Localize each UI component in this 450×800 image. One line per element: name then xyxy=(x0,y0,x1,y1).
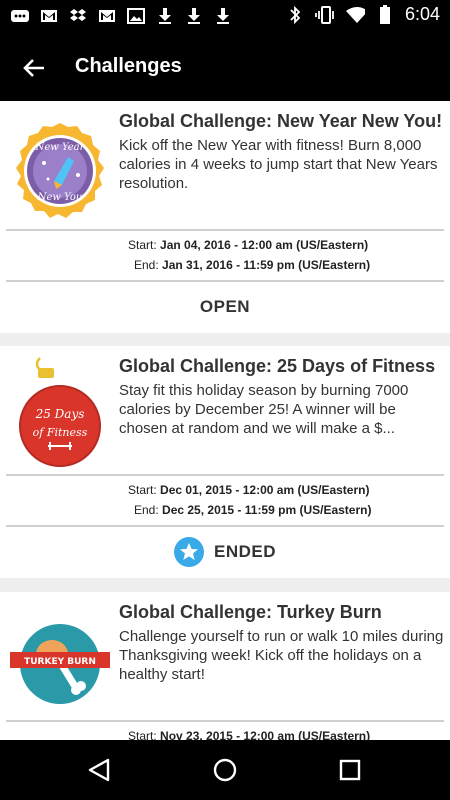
start-date: Nov 23, 2015 - 12:00 am (US/Eastern) xyxy=(160,729,371,740)
start-date: Jan 04, 2016 - 12:00 am (US/Eastern) xyxy=(160,238,369,252)
divider xyxy=(6,474,444,476)
status-time: 6:04 xyxy=(404,4,440,24)
end-date: Dec 25, 2015 - 11:59 pm (US/Eastern) xyxy=(162,503,372,517)
end-date-row: End: Jan 31, 2016 - 11:59 pm (US/Eastern… xyxy=(134,258,370,272)
challenge-title: Global Challenge: Turkey Burn xyxy=(119,602,382,622)
badge-text: TURKEY BURN xyxy=(24,657,96,667)
back-button[interactable] xyxy=(18,52,50,84)
challenge-title: Global Challenge: New Year New You! xyxy=(119,111,443,131)
navigation-bar xyxy=(0,740,450,800)
end-date-row: End: Dec 25, 2015 - 11:59 pm (US/Eastern… xyxy=(134,503,371,517)
nav-recents-button[interactable] xyxy=(335,755,365,785)
badge-text-top: New Year xyxy=(35,142,86,153)
end-date: Jan 31, 2016 - 11:59 pm (US/Eastern) xyxy=(162,258,371,272)
new-year-badge: New Year New You xyxy=(10,111,110,223)
system-icons: 6:04 xyxy=(285,4,440,25)
status-button[interactable]: OPEN xyxy=(0,281,450,333)
start-date-row: Start: Jan 04, 2016 - 12:00 am (US/Easte… xyxy=(128,238,368,252)
recents-square-icon xyxy=(339,759,361,781)
end-label: End: xyxy=(134,503,159,517)
gmail-icon xyxy=(97,6,117,26)
divider xyxy=(6,229,444,231)
challenge-title: Global Challenge: 25 Days of Fitness xyxy=(119,356,436,376)
start-date-row: Start: Nov 23, 2015 - 12:00 am (US/Easte… xyxy=(128,729,370,740)
challenge-list[interactable]: New Year New You Global Challenge: New Y… xyxy=(0,101,450,740)
start-label: Start: xyxy=(128,729,157,740)
image-icon xyxy=(126,6,146,26)
vibrate-icon xyxy=(315,5,335,25)
bluetooth-icon xyxy=(285,5,305,25)
nav-home-button[interactable] xyxy=(210,755,240,785)
dropbox-icon xyxy=(68,6,88,26)
arrow-left-icon xyxy=(23,59,44,77)
challenge-summary[interactable]: New Year New You Global Challenge: New Y… xyxy=(0,101,450,229)
ornament-badge: 25 Days of Fitness xyxy=(10,356,110,468)
challenge-card[interactable]: 25 Days of Fitness Global Challenge: 25 … xyxy=(0,346,450,578)
download-icon xyxy=(184,6,204,26)
start-label: Start: xyxy=(128,238,157,252)
gmail-icon xyxy=(39,6,59,26)
back-triangle-icon xyxy=(88,758,110,782)
status-label: ENDED xyxy=(213,542,276,561)
status-button[interactable]: ENDED xyxy=(0,526,450,578)
end-label: End: xyxy=(134,258,159,272)
badge-text-top: 25 Days xyxy=(35,407,85,421)
notification-icon xyxy=(10,6,30,26)
challenge-card[interactable]: New Year New You Global Challenge: New Y… xyxy=(0,101,450,333)
badge-text-bottom: New You xyxy=(37,192,83,203)
divider xyxy=(6,720,444,722)
home-circle-icon xyxy=(213,758,237,782)
battery-icon xyxy=(375,4,395,25)
wifi-icon xyxy=(345,5,365,25)
download-icon xyxy=(155,6,175,26)
start-date: Dec 01, 2015 - 12:00 am (US/Eastern) xyxy=(160,483,370,497)
challenge-description: Stay fit this holiday season by burning … xyxy=(119,382,409,437)
challenge-summary[interactable]: 25 Days of Fitness Global Challenge: 25 … xyxy=(0,346,450,474)
nav-back-button[interactable] xyxy=(84,755,114,785)
turkey-burn-badge: TURKEY BURN xyxy=(4,602,110,714)
app-bar: Challenges xyxy=(0,32,450,101)
badge-text-bottom: of Fitness xyxy=(33,426,88,439)
start-date-row: Start: Dec 01, 2015 - 12:00 am (US/Easte… xyxy=(128,483,369,497)
download-icon xyxy=(213,6,233,26)
challenge-description: Challenge yourself to run or walk 10 mil… xyxy=(119,628,444,683)
start-label: Start: xyxy=(128,483,157,497)
star-icon xyxy=(173,537,204,567)
notification-icons xyxy=(10,6,233,26)
challenge-description: Kick off the New Year with fitness! Burn… xyxy=(119,137,438,192)
status-label: OPEN xyxy=(199,297,251,316)
page-title: Challenges xyxy=(75,55,182,77)
challenge-card[interactable]: TURKEY BURN Global Challenge: Turkey Bur… xyxy=(0,592,450,740)
status-bar: 6:04 xyxy=(0,0,450,32)
challenge-summary[interactable]: TURKEY BURN Global Challenge: Turkey Bur… xyxy=(0,592,450,720)
